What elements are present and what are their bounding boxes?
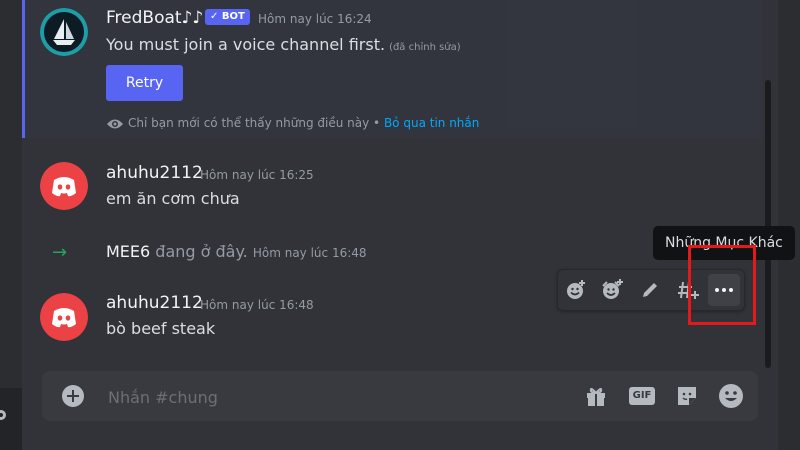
dismiss-message-link[interactable]: Bỏ qua tin nhắn: [384, 116, 479, 130]
message-input[interactable]: [106, 383, 570, 411]
discord-logo-icon: [40, 162, 88, 210]
server-sidebar-edge: [0, 0, 22, 450]
join-username[interactable]: MEE6: [106, 242, 150, 261]
plus-icon[interactable]: [62, 385, 84, 407]
member-list-edge: [778, 0, 800, 450]
arrow-right-icon: →: [52, 242, 68, 263]
message-timestamp: Hôm nay lúc 16:25: [200, 168, 314, 182]
sticker-button[interactable]: [674, 383, 700, 409]
scrollbar-thumb[interactable]: [765, 80, 771, 368]
message-text: You must join a voice channel first.: [106, 35, 386, 54]
super-reaction-icon: [602, 279, 623, 299]
eye-icon: [107, 119, 123, 128]
edit-icon: [643, 283, 657, 297]
message-timestamp: Hôm nay lúc 16:24: [258, 12, 372, 26]
message-timestamp: Hôm nay lúc 16:48: [200, 298, 314, 312]
gift-icon: [587, 387, 605, 406]
message-author[interactable]: ahuhu2112: [106, 293, 203, 313]
retry-button[interactable]: Retry: [106, 65, 183, 101]
sticker-icon: [678, 387, 696, 405]
ephemeral-text: Chỉ bạn mới có thể thấy những điều này: [128, 116, 370, 130]
message-content: You must join a voice channel first. (đã …: [106, 35, 461, 54]
annotation-highlight-box: [688, 245, 756, 325]
message-author[interactable]: FredBoat♪♪: [106, 8, 203, 28]
add-reaction-icon: [567, 280, 585, 299]
ephemeral-indicator-bar: [22, 0, 25, 138]
message-author[interactable]: ahuhu2112: [106, 163, 203, 183]
discord-logo-icon: [40, 293, 88, 341]
bot-badge: ✓ BOT: [205, 9, 250, 25]
system-join-message: MEE6 đang ở đây. Hôm nay lúc 16:48: [106, 242, 367, 261]
separator-dot: •: [373, 116, 381, 130]
add-reaction-button[interactable]: [560, 274, 592, 306]
emoji-button[interactable]: [718, 383, 744, 409]
gif-icon: GIF: [629, 387, 655, 405]
join-text: đang ở đây.: [155, 242, 248, 261]
avatar[interactable]: [40, 293, 88, 341]
super-reaction-button[interactable]: [596, 274, 628, 306]
fredboat-ship-icon: [40, 8, 88, 56]
gear-icon[interactable]: [0, 408, 8, 422]
gift-button[interactable]: [583, 383, 609, 409]
edited-label: (đã chỉnh sửa): [389, 42, 461, 53]
avatar[interactable]: [40, 8, 88, 56]
message-text: bò beef steak: [106, 319, 216, 338]
message-timestamp: Hôm nay lúc 16:48: [252, 246, 367, 260]
avatar[interactable]: [40, 162, 88, 210]
edit-button[interactable]: [634, 274, 666, 306]
message-composer: GIF: [42, 371, 758, 421]
ephemeral-notice: Chỉ bạn mới có thể thấy những điều này •…: [106, 116, 479, 130]
message-text: em ăn cơm chưa: [106, 189, 240, 208]
gif-button[interactable]: GIF: [629, 383, 655, 409]
emoji-icon: [719, 384, 743, 408]
